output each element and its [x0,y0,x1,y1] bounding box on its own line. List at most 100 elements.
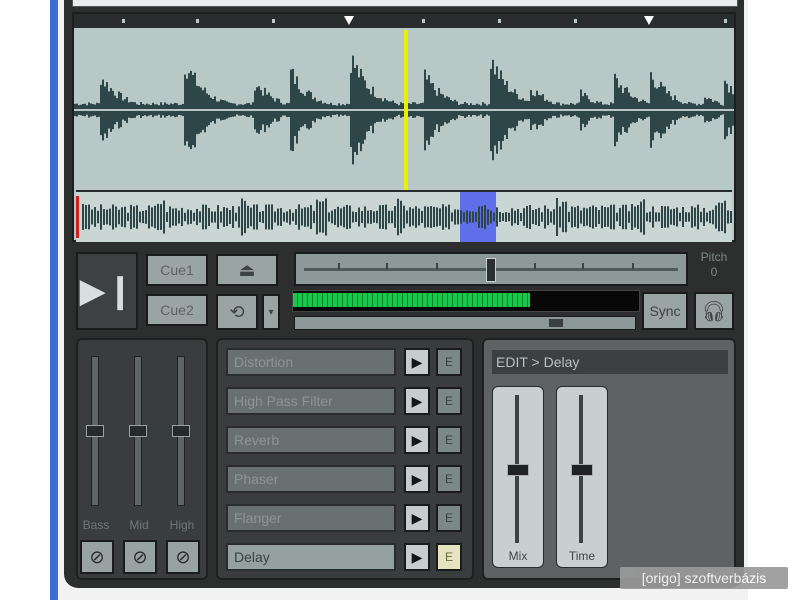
track-position-thumb[interactable] [549,319,563,327]
time-slider[interactable]: Time [556,386,608,568]
pitch-slider-thumb[interactable] [486,258,496,282]
mid-slider-thumb[interactable] [129,425,147,437]
mix-slider[interactable]: Mix [492,386,544,568]
high-kill-button[interactable]: ⊘ [166,540,200,574]
headphones-button[interactable]: 🎧︎ [694,292,734,330]
overview-bar [196,208,198,226]
time-ruler[interactable] [74,14,734,28]
effect-toggle-button[interactable]: ▶ [404,426,430,454]
sync-button[interactable]: Sync [642,292,688,330]
overview-bar [679,212,681,222]
overview-bar [667,206,669,228]
overview-bar [676,207,678,227]
loop-length-stepper[interactable]: ▾ [262,294,280,330]
ruler-tick [422,19,425,23]
cue-marker[interactable] [344,16,354,25]
mix-slider-thumb[interactable] [507,464,529,476]
effect-toggle-button[interactable]: ▶ [404,348,430,376]
effect-name[interactable]: Reverb [226,426,396,454]
overview-bar [613,204,615,230]
waveform-overview[interactable] [76,190,732,242]
overview-bar [190,210,192,224]
pitch-slider[interactable] [294,252,688,286]
top-strip [72,0,738,7]
overview-bar [391,210,393,224]
level-segment [362,293,363,307]
level-segment [367,293,368,307]
effect-edit-button[interactable]: E [436,387,462,415]
overview-bar [463,212,465,222]
overview-bar [385,204,387,230]
overview-bar [214,211,216,223]
level-meter [292,290,640,312]
overview-bar [604,207,606,227]
level-segment [422,293,423,307]
effect-name[interactable]: High Pass Filter [226,387,396,415]
effect-toggle-button[interactable]: ▶ [404,504,430,532]
effect-edit-button[interactable]: E [436,348,462,376]
effect-name[interactable]: Flanger [226,504,396,532]
level-segment [412,293,413,307]
overview-bar [490,210,492,224]
effect-row: Phaser ▶ E [226,465,470,495]
overview-bar [91,209,93,225]
effect-edit-button[interactable]: E [436,426,462,454]
overview-bar [229,210,231,224]
play-icon: ▶ [411,353,423,370]
level-segment [482,293,483,307]
overview-bar [685,212,687,222]
overview-bar [658,212,660,222]
cue-marker[interactable] [644,16,654,25]
effect-toggle-button[interactable]: ▶ [404,465,430,493]
loop-button[interactable]: ⟲ [216,294,258,330]
overview-bar [523,208,525,226]
overview-bar [232,206,234,228]
loop-icon: ⟲ [229,301,245,322]
overview-bar [334,209,336,225]
overview-bar [517,209,519,225]
edit-icon: E [444,433,453,447]
time-slider-thumb[interactable] [571,464,593,476]
playhead[interactable] [404,30,408,190]
level-segment [307,293,308,307]
effect-edit-button[interactable]: E [436,504,462,532]
waveform-panel[interactable] [72,12,736,242]
bass-slider-thumb[interactable] [86,425,104,437]
level-segment [302,293,303,307]
overview-bar [379,205,381,229]
effect-toggle-button[interactable]: ▶ [404,543,430,571]
bass-kill-button[interactable]: ⊘ [80,540,114,574]
level-segment [517,293,518,307]
overview-bar [532,209,534,225]
eject-icon: ⏏ [238,259,256,280]
overview-bar [721,202,723,232]
high-slider-thumb[interactable] [172,425,190,437]
waveform-display[interactable] [74,30,734,190]
level-segment [337,293,338,307]
overview-bar [586,208,588,226]
effect-edit-button[interactable]: E [436,543,462,571]
overview-bar [220,211,222,223]
effect-name[interactable]: Phaser [226,465,396,493]
overview-bar [172,208,174,226]
level-segment [497,293,498,307]
high-label: High [169,518,195,532]
overview-bar [472,211,474,223]
ruler-tick [272,19,275,23]
effect-name[interactable]: Distortion [226,348,396,376]
effect-edit-button[interactable]: E [436,465,462,493]
cue1-button[interactable]: Cue1 [146,254,208,286]
cue2-button[interactable]: Cue2 [146,294,208,326]
effect-name[interactable]: Delay [226,543,396,571]
overview-bar [703,208,705,226]
mid-kill-button[interactable]: ⊘ [123,540,157,574]
level-segment [312,293,313,307]
track-position-slider[interactable] [294,316,636,330]
play-icon: ▶ [411,470,423,487]
overview-bar [235,212,237,222]
overview-bar [634,206,636,228]
kill-icon: ⊘ [175,546,191,567]
effect-toggle-button[interactable]: ▶ [404,387,430,415]
eject-button[interactable]: ⏏ [216,254,278,286]
play-pause-button[interactable]: ▶❙ [76,252,138,330]
